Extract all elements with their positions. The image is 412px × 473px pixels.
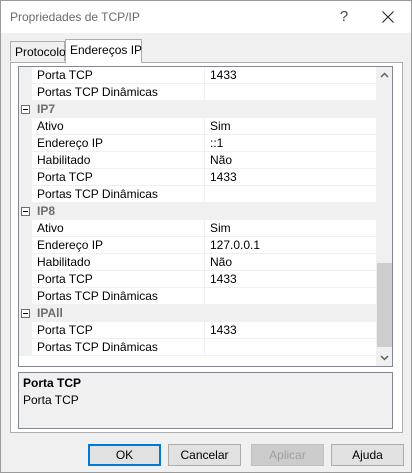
category-label: IPAll xyxy=(37,306,63,320)
scroll-up-button[interactable] xyxy=(376,67,392,84)
property-name: Porta TCP xyxy=(32,169,205,186)
apply-button[interactable]: Aplicar xyxy=(251,444,324,466)
property-row[interactable]: Porta TCP 1433 xyxy=(19,322,376,339)
property-row[interactable]: Ativo Sim xyxy=(19,118,376,135)
property-name: Habilitado xyxy=(32,152,205,169)
chevron-down-icon xyxy=(380,355,389,361)
property-name: Endereço IP xyxy=(32,237,205,254)
property-value[interactable]: Não xyxy=(205,254,376,271)
property-row[interactable]: Habilitado Não xyxy=(19,152,376,169)
row-gutter xyxy=(19,271,32,288)
property-row[interactable]: Portas TCP Dinâmicas xyxy=(19,339,376,356)
ok-button[interactable]: OK xyxy=(88,444,161,466)
window-title: Propriedades de TCP/IP xyxy=(10,10,140,24)
property-value[interactable] xyxy=(205,84,376,101)
row-gutter xyxy=(19,186,32,203)
property-value[interactable]: ::1 xyxy=(205,135,376,152)
help-button[interactable]: Ajuda xyxy=(331,444,404,466)
tab-enderecos-ip[interactable]: Endereços IP xyxy=(65,39,142,63)
property-row[interactable]: Endereço IP 127.0.0.1 xyxy=(19,237,376,254)
dialog-window: Propriedades de TCP/IP ? Protocolo Ender… xyxy=(0,0,412,473)
property-name: Porta TCP xyxy=(32,67,205,84)
cancel-button[interactable]: Cancelar xyxy=(168,444,241,466)
property-row[interactable]: Portas TCP Dinâmicas xyxy=(19,84,376,101)
category-row[interactable]: IP7 xyxy=(19,101,376,118)
category-label: IP7 xyxy=(37,102,56,116)
property-row[interactable]: Ativo Sim xyxy=(19,220,376,237)
property-row[interactable]: Porta TCP 1433 xyxy=(19,67,376,84)
property-name: Habilitado xyxy=(32,254,205,271)
row-gutter xyxy=(19,118,32,135)
property-row[interactable]: Habilitado Não xyxy=(19,254,376,271)
description-text: Porta TCP xyxy=(23,393,79,407)
row-gutter xyxy=(19,67,32,84)
property-row[interactable]: Portas TCP Dinâmicas xyxy=(19,288,376,305)
row-gutter xyxy=(19,84,32,101)
description-title: Porta TCP xyxy=(23,376,82,390)
row-gutter xyxy=(19,220,32,237)
close-button[interactable] xyxy=(365,1,411,33)
row-gutter xyxy=(19,322,32,339)
property-value[interactable]: Não xyxy=(205,152,376,169)
row-gutter xyxy=(19,288,32,305)
property-row[interactable]: Endereço IP::1 xyxy=(19,135,376,152)
row-gutter xyxy=(19,169,32,186)
property-value[interactable]: 1433 xyxy=(205,169,376,186)
property-row[interactable]: Porta TCP 1433 xyxy=(19,169,376,186)
property-name: Porta TCP xyxy=(32,322,205,339)
help-title-button[interactable]: ? xyxy=(327,1,361,33)
vertical-scrollbar[interactable] xyxy=(376,67,392,366)
tab-protocolo[interactable]: Protocolo xyxy=(10,41,66,61)
row-gutter xyxy=(19,152,32,169)
collapse-icon[interactable] xyxy=(21,105,30,114)
property-value[interactable]: Sim xyxy=(205,118,376,135)
property-grid-rows: Porta TCP 1433 Portas TCP Dinâmicas IP7 Ativ… xyxy=(19,67,376,366)
row-gutter xyxy=(19,135,32,152)
scroll-thumb[interactable] xyxy=(377,263,392,347)
property-name: Ativo xyxy=(32,220,205,237)
property-name: Porta TCP xyxy=(32,271,205,288)
property-name: Portas TCP Dinâmicas xyxy=(32,339,205,356)
property-value[interactable]: 1433 xyxy=(205,322,376,339)
collapse-icon[interactable] xyxy=(21,309,30,318)
question-mark-icon: ? xyxy=(339,8,349,25)
property-name: Ativo xyxy=(32,118,205,135)
chevron-up-icon xyxy=(380,72,389,78)
collapse-icon[interactable] xyxy=(21,207,30,216)
description-pane: Porta TCP Porta TCP xyxy=(18,372,393,429)
property-value[interactable]: 127.0.0.1 xyxy=(205,237,376,254)
row-gutter xyxy=(19,254,32,271)
property-value[interactable]: 1433 xyxy=(205,67,376,84)
property-value[interactable] xyxy=(205,339,376,356)
property-value[interactable] xyxy=(205,288,376,305)
scroll-down-button[interactable] xyxy=(376,349,392,366)
property-row[interactable]: Portas TCP Dinâmicas xyxy=(19,186,376,203)
category-row[interactable]: IP8 xyxy=(19,203,376,220)
property-grid: Porta TCP 1433 Portas TCP Dinâmicas IP7 Ativ… xyxy=(18,66,393,367)
property-row[interactable]: Porta TCP 1433 xyxy=(19,271,376,288)
tab-panel: Porta TCP 1433 Portas TCP Dinâmicas IP7 Ativ… xyxy=(10,62,403,433)
close-icon xyxy=(382,11,394,23)
property-name: Portas TCP Dinâmicas xyxy=(32,288,205,305)
property-value[interactable]: 1433 xyxy=(205,271,376,288)
property-name: Portas TCP Dinâmicas xyxy=(32,84,205,101)
property-value[interactable]: Sim xyxy=(205,220,376,237)
category-row[interactable]: IPAll xyxy=(19,305,376,322)
tab-label: Protocolo xyxy=(15,45,66,59)
property-name: Endereço IP xyxy=(32,135,205,152)
row-gutter xyxy=(19,237,32,254)
property-name: Portas TCP Dinâmicas xyxy=(32,186,205,203)
title-bar: Propriedades de TCP/IP ? xyxy=(1,1,411,33)
row-gutter xyxy=(19,339,32,356)
property-value[interactable] xyxy=(205,186,376,203)
category-label: IP8 xyxy=(37,204,56,218)
tab-label: Endereços IP xyxy=(70,43,143,57)
